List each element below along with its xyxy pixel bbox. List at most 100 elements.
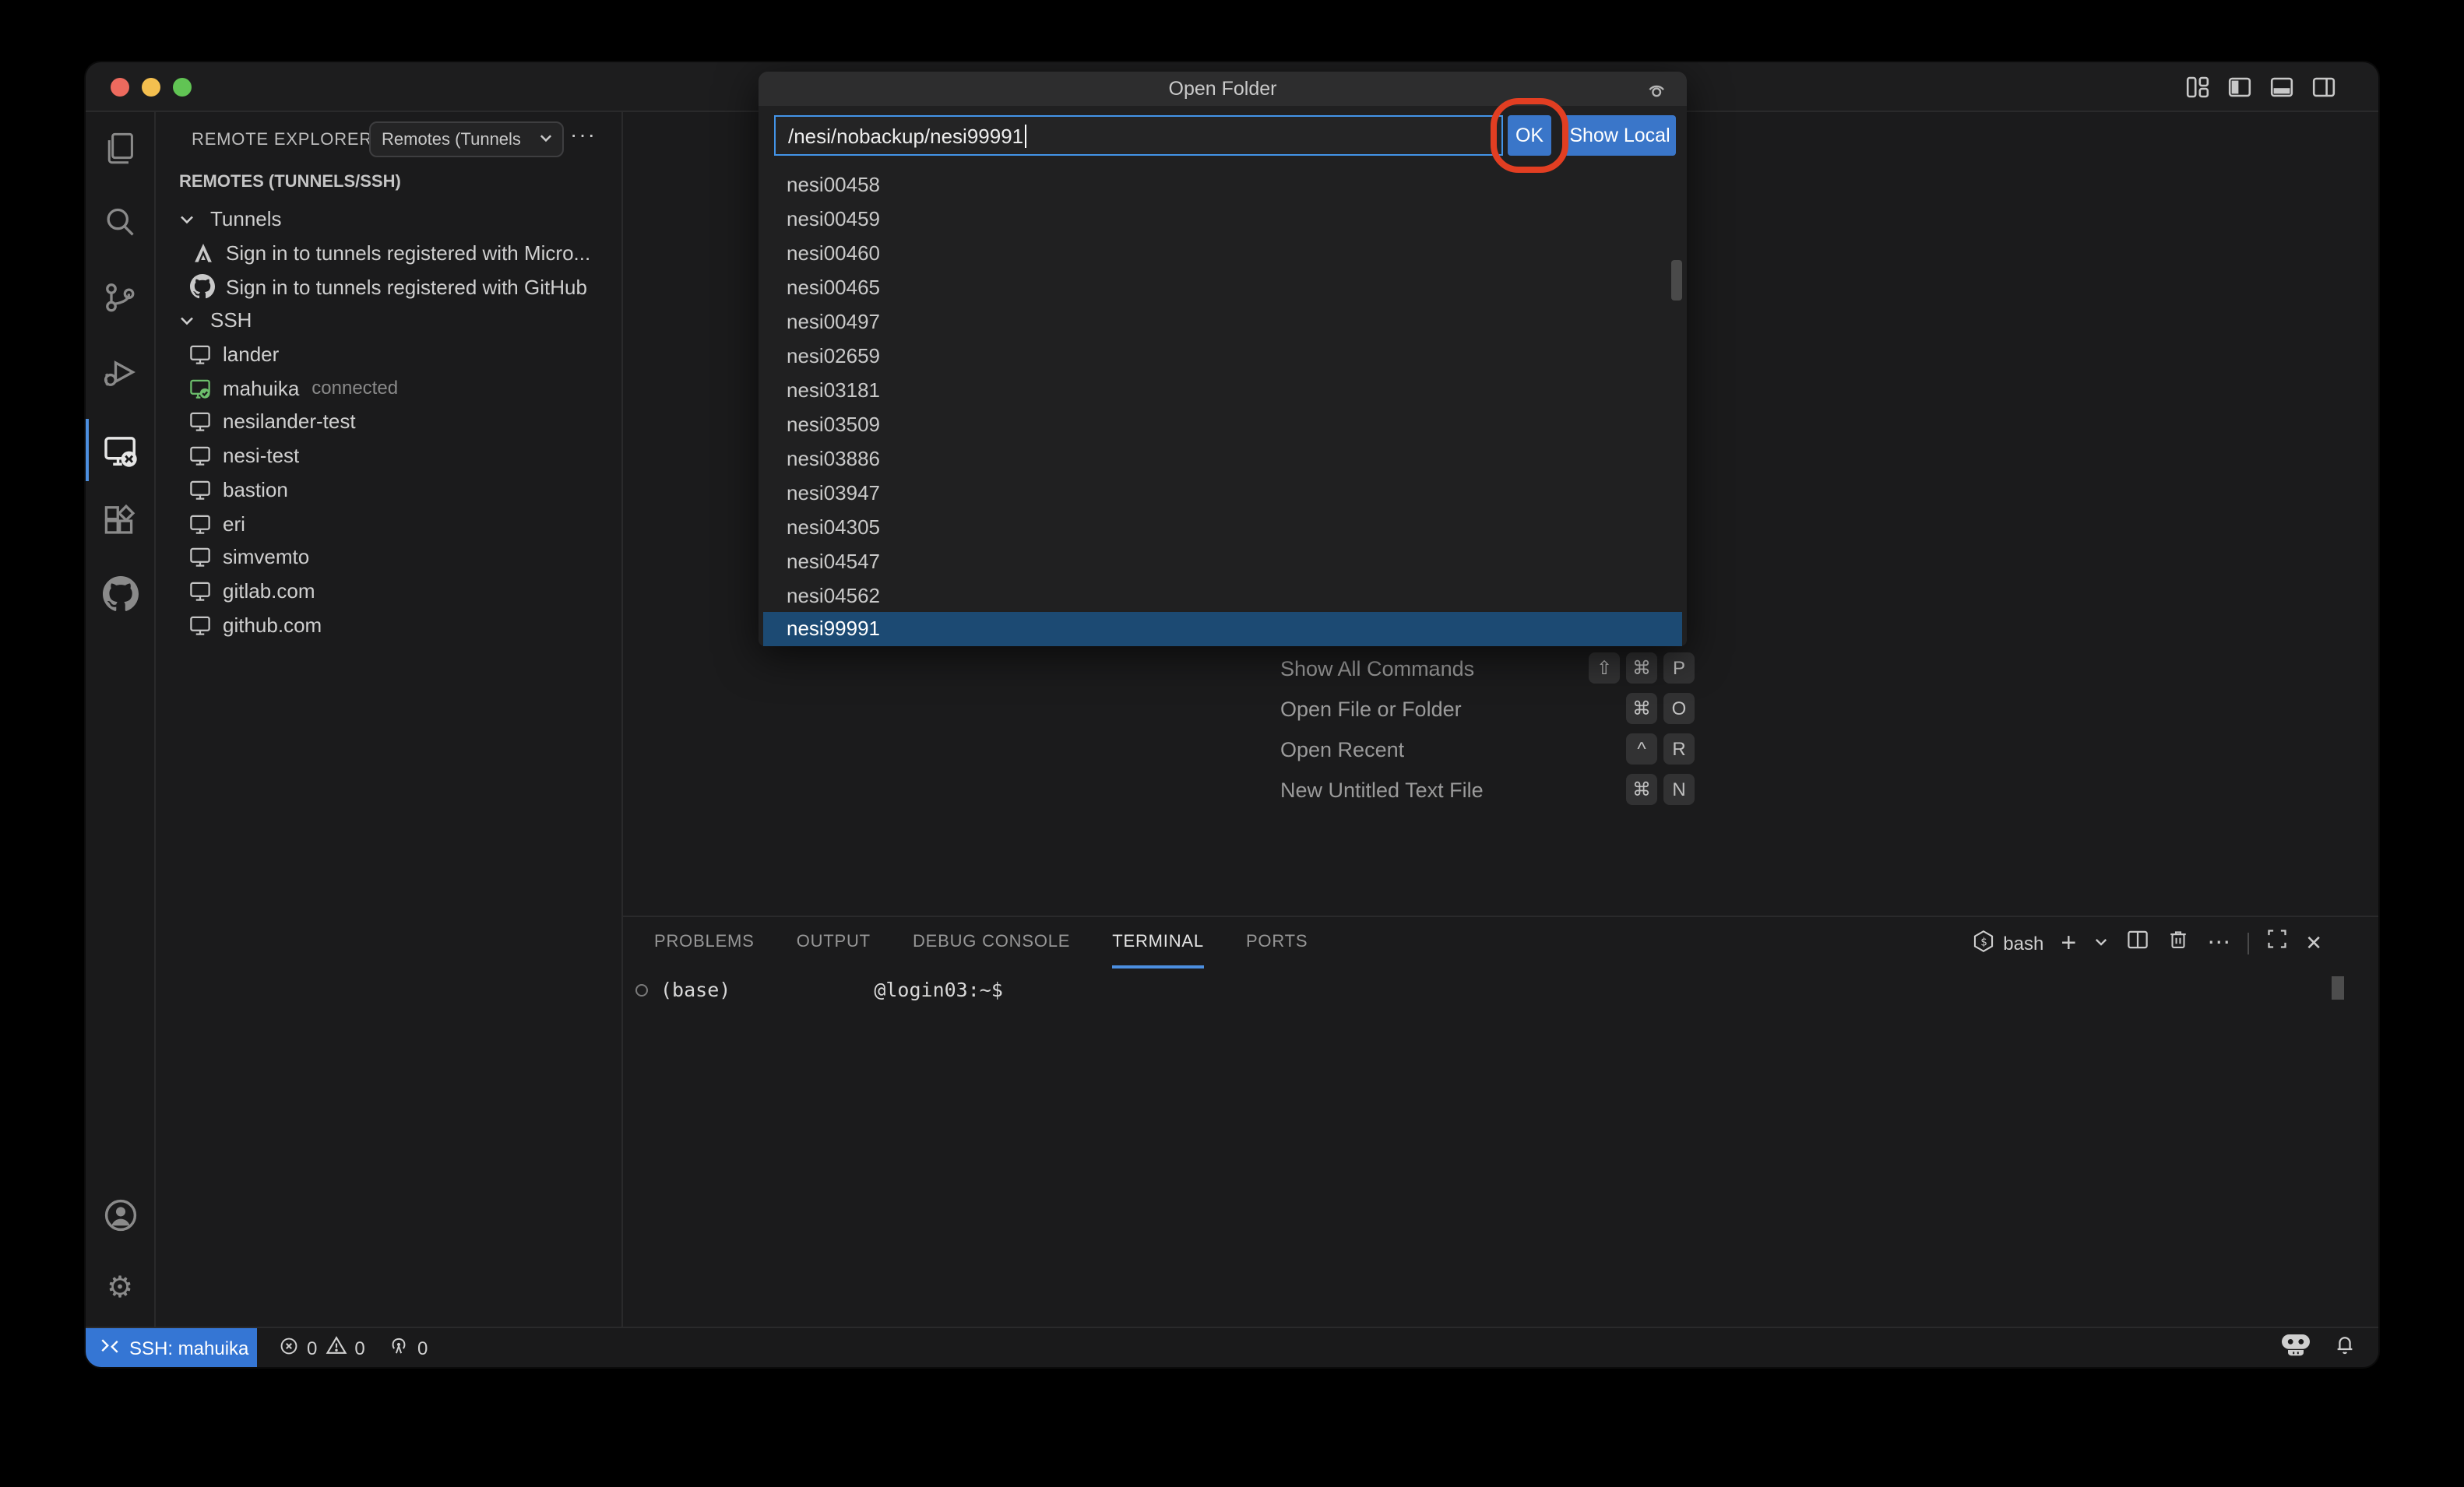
folder-path-input[interactable]: /nesi/nobackup/nesi99991: [774, 115, 1503, 156]
folder-path-value: /nesi/nobackup/nesi99991: [788, 124, 1023, 147]
remote-explorer-icon[interactable]: [101, 431, 139, 469]
tree-item-label: Sign in to tunnels registered with GitHu…: [226, 275, 587, 298]
folder-option-nesi03886[interactable]: nesi03886: [759, 441, 1687, 476]
microsoft-icon: [190, 241, 215, 265]
maximize-panel-icon[interactable]: [2266, 928, 2288, 958]
remote-icon: [100, 1335, 120, 1360]
dialog-titlebar[interactable]: Open Folder: [759, 72, 1687, 106]
split-terminal-icon[interactable]: [2126, 927, 2149, 958]
folder-option-nesi00459[interactable]: nesi00459: [759, 202, 1687, 237]
macos-zoom-button[interactable]: [173, 78, 192, 97]
folder-option-nesi04562[interactable]: nesi04562: [759, 578, 1687, 612]
folder-option-nesi00458[interactable]: nesi00458: [759, 168, 1687, 202]
screencast-eye-icon: [1643, 76, 1668, 106]
panel-tab-debug-console[interactable]: DEBUG CONSOLE: [913, 917, 1070, 968]
keybinding-key: O: [1663, 693, 1695, 724]
tree-item-label: nesi-test: [223, 444, 299, 467]
terminal-scrollbar-thumb[interactable]: [2332, 976, 2344, 1000]
remotes-section-header[interactable]: REMOTES (TUNNELS/SSH): [179, 173, 401, 192]
tree-item-sign-in-to-tunnels-registered-with-github[interactable]: Sign in to tunnels registered with GitHu…: [156, 270, 621, 304]
command-decoration-icon: [635, 983, 648, 996]
dialog-scrollbar-thumb[interactable]: [1671, 260, 1682, 301]
problems-status-item[interactable]: 0 0: [279, 1328, 365, 1367]
watermark-command-label: Show All Commands: [1280, 656, 1474, 680]
folder-option-nesi00465[interactable]: nesi00465: [759, 271, 1687, 305]
bash-icon: $: [1972, 929, 1995, 957]
folder-option-nesi00497[interactable]: nesi00497: [759, 304, 1687, 339]
toggle-panel-icon[interactable]: [2269, 75, 2294, 100]
folder-option-nesi04305[interactable]: nesi04305: [759, 509, 1687, 543]
active-view-indicator: [86, 419, 89, 481]
tree-item-sign-in-to-tunnels-registered-with-micro[interactable]: Sign in to tunnels registered with Micro…: [156, 236, 621, 269]
show-local-button[interactable]: Show Local: [1564, 115, 1676, 156]
github-icon[interactable]: [101, 575, 139, 612]
tree-item-mahuika[interactable]: mahuikaconnected: [156, 371, 621, 405]
kill-terminal-trash-icon[interactable]: [2167, 927, 2190, 958]
tree-item-gitlab-com[interactable]: gitlab.com: [156, 574, 621, 607]
panel-tab-problems[interactable]: PROBLEMS: [654, 917, 755, 968]
vm-monitor-icon: [187, 579, 212, 603]
vm-monitor-icon: [187, 343, 212, 366]
chevron-down-icon: [174, 209, 199, 230]
folder-option-nesi99991[interactable]: nesi99991: [763, 612, 1682, 646]
watermark-keybinding: ⌘N: [1626, 774, 1695, 805]
remote-view-selector[interactable]: Remotes (Tunnels: [369, 121, 564, 157]
new-terminal-button[interactable]: +: [2061, 930, 2076, 956]
tree-item-label: nesilander-test: [223, 410, 356, 434]
folder-option-nesi02659[interactable]: nesi02659: [759, 339, 1687, 373]
sidebar-more-actions-button[interactable]: ···: [570, 121, 597, 146]
terminal-actions: $ bash + ⋯ ✕: [1972, 917, 2322, 968]
tree-item-nesilander-test[interactable]: nesilander-test: [156, 405, 621, 438]
notifications-bell-icon[interactable]: [2333, 1332, 2357, 1363]
folder-suggestion-list: nesi00458nesi00459nesi00460nesi00465nesi…: [759, 168, 1687, 646]
ports-status-item[interactable]: 0: [388, 1328, 428, 1367]
search-icon[interactable]: [101, 204, 139, 241]
macos-minimize-button[interactable]: [142, 78, 160, 97]
terminal-prompt-line[interactable]: (base) @login03:~$: [635, 978, 1003, 1001]
terminal-env-prefix: (base): [660, 978, 730, 1001]
panel-tab-terminal[interactable]: TERMINAL: [1112, 917, 1204, 968]
tree-item-ssh[interactable]: SSH: [156, 304, 621, 337]
folder-option-nesi03181[interactable]: nesi03181: [759, 373, 1687, 407]
close-panel-icon[interactable]: ✕: [2305, 933, 2322, 953]
copilot-icon[interactable]: [2280, 1332, 2311, 1363]
terminal-instance-item[interactable]: $ bash: [1972, 929, 2043, 957]
panel-tab-bar: PROBLEMS OUTPUT DEBUG CONSOLE TERMINAL PORTS: [654, 917, 1308, 968]
svg-text:$: $: [1980, 935, 1987, 947]
settings-gear-icon[interactable]: ⚙: [101, 1269, 139, 1306]
explorer-icon[interactable]: [101, 129, 139, 167]
ok-button[interactable]: OK: [1508, 115, 1551, 156]
terminal-host-prompt: @login03:~$: [874, 978, 1003, 1001]
source-control-icon[interactable]: [101, 279, 139, 316]
tree-item-eri[interactable]: eri: [156, 506, 621, 540]
remote-indicator[interactable]: SSH: mahuika: [86, 1328, 257, 1367]
tree-item-bastion[interactable]: bastion: [156, 473, 621, 506]
panel-more-actions-icon[interactable]: ⋯: [2207, 931, 2230, 954]
accounts-icon[interactable]: [101, 1196, 139, 1233]
terminal-launch-chevron-icon[interactable]: [2093, 929, 2109, 957]
tree-item-github-com[interactable]: github.com: [156, 608, 621, 642]
toggle-primary-sidebar-icon[interactable]: [2227, 75, 2252, 100]
folder-option-nesi00460[interactable]: nesi00460: [759, 237, 1687, 271]
bottom-panel: PROBLEMS OUTPUT DEBUG CONSOLE TERMINAL PORTS…: [623, 916, 2378, 1327]
terminal-shell-label: bash: [2003, 932, 2043, 954]
customize-layout-icon[interactable]: [2185, 75, 2210, 100]
run-debug-icon[interactable]: [101, 353, 139, 391]
watermark-command-label: New Untitled Text File: [1280, 778, 1484, 801]
tree-item-nesi-test[interactable]: nesi-test: [156, 439, 621, 473]
macos-close-button[interactable]: [111, 78, 129, 97]
remote-explorer-sidebar: REMOTE EXPLORER Remotes (Tunnels ··· REM…: [156, 112, 623, 1327]
tree-item-simvemto[interactable]: simvemto: [156, 540, 621, 574]
folder-option-nesi04547[interactable]: nesi04547: [759, 543, 1687, 578]
panel-tab-ports[interactable]: PORTS: [1246, 917, 1308, 968]
tree-item-lander[interactable]: lander: [156, 338, 621, 371]
open-folder-dialog: Open Folder /nesi/nobackup/nesi99991 OK …: [759, 72, 1687, 646]
extensions-icon[interactable]: [101, 501, 139, 539]
vscode-window: ⚙ REMOTE EXPLORER Remotes (Tunnels ··· R…: [86, 62, 2378, 1367]
folder-option-nesi03509[interactable]: nesi03509: [759, 407, 1687, 441]
tree-item-label: SSH: [210, 309, 252, 332]
toggle-secondary-sidebar-icon[interactable]: [2311, 75, 2336, 100]
tree-item-tunnels[interactable]: Tunnels: [156, 202, 621, 236]
panel-tab-output[interactable]: OUTPUT: [797, 917, 871, 968]
folder-option-nesi03947[interactable]: nesi03947: [759, 476, 1687, 510]
